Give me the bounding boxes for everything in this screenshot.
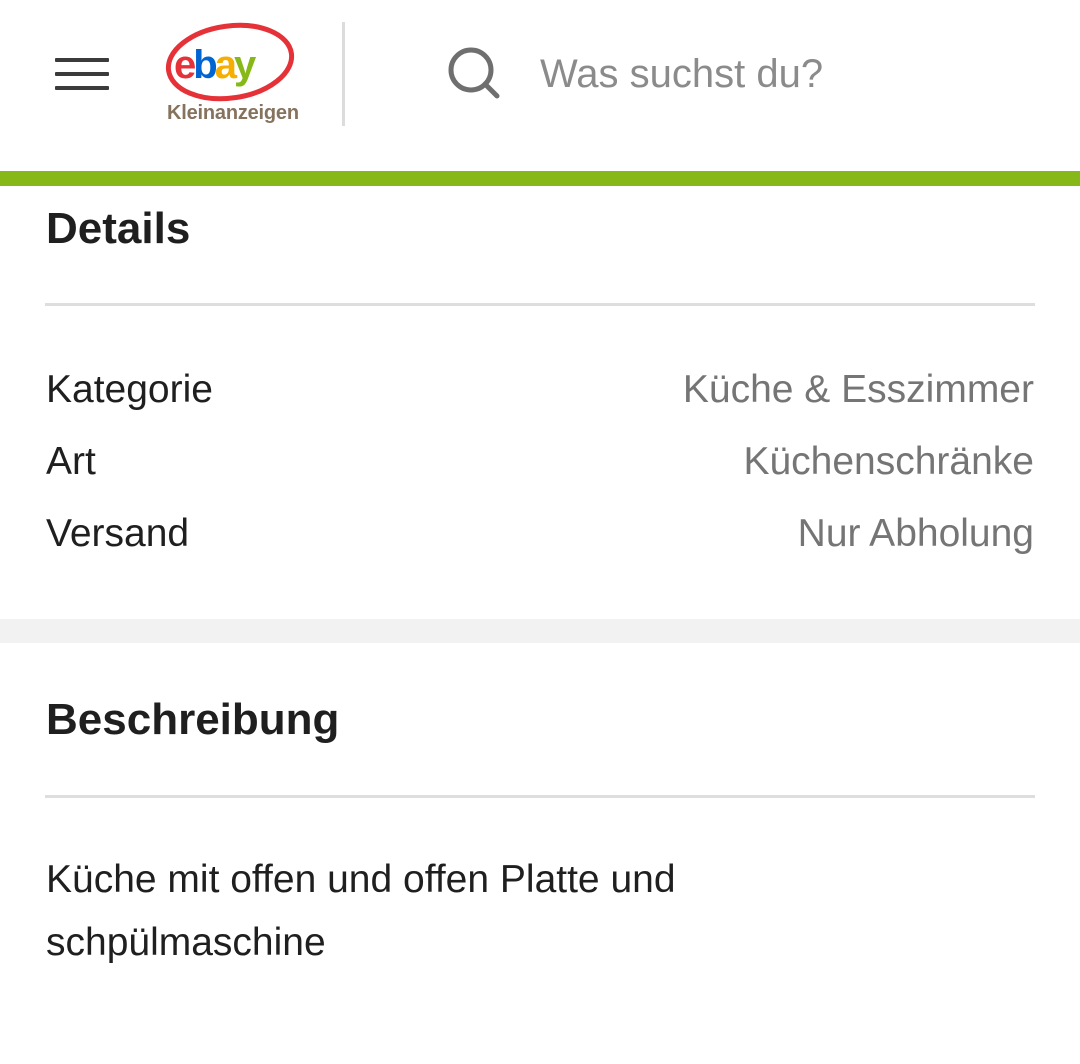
detail-row-art: Art Küchenschränke [46, 434, 1034, 490]
details-title: Details [46, 204, 191, 253]
search-input[interactable]: Was suchst du? [540, 52, 823, 97]
details-divider [45, 303, 1035, 306]
detail-label: Kategorie [46, 368, 213, 411]
search-bar[interactable]: Was suchst du? [440, 36, 1060, 112]
description-divider [45, 795, 1035, 798]
header-accent-bar [0, 171, 1080, 186]
header-divider [342, 22, 345, 126]
search-icon[interactable] [440, 39, 510, 109]
description-text: Küche mit offen und offen Platte und sch… [46, 858, 676, 964]
detail-row-versand: Versand Nur Abholung [46, 506, 1034, 562]
logo-subtitle: Kleinanzeigen [167, 102, 299, 124]
description-title: Beschreibung [46, 695, 340, 744]
svg-text:ebay: ebay [174, 43, 257, 87]
detail-row-kategorie: Kategorie Küche & Esszimmer [46, 362, 1034, 418]
detail-value: Nur Abholung [797, 512, 1034, 555]
detail-value: Küchenschränke [743, 440, 1034, 483]
details-section: Details Kategorie Küche & Esszimmer Art … [0, 186, 1080, 619]
detail-value: Küche & Esszimmer [682, 368, 1034, 411]
top-header: ebay Kleinanzeigen Was suchst du? [0, 0, 1080, 171]
hamburger-menu-icon[interactable] [40, 44, 124, 104]
detail-label: Versand [46, 512, 190, 555]
section-separator [0, 619, 1080, 643]
detail-label: Art [46, 440, 96, 483]
